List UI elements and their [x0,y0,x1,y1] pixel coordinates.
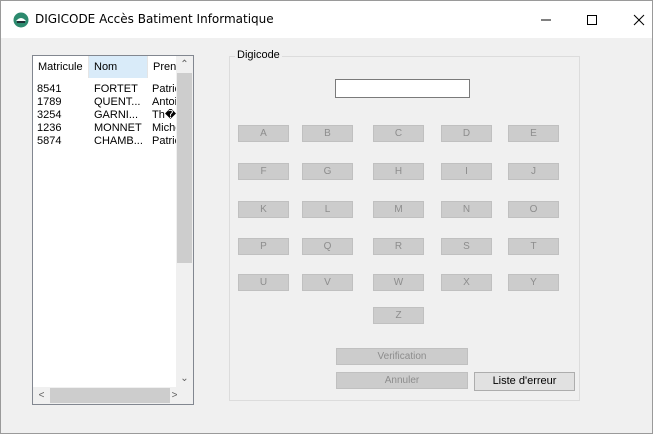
key-u-button[interactable]: U [238,274,289,291]
key-q-button[interactable]: Q [302,238,353,255]
key-v-button[interactable]: V [302,274,353,291]
key-f-button[interactable]: F [238,163,289,180]
column-header-nom[interactable]: Nom [89,56,148,78]
horizontal-scroll-thumb[interactable] [50,388,170,403]
cell-prenom: Patric [152,135,179,147]
cell-matricule: 1789 [37,96,62,108]
digicode-group-label: Digicode [235,49,282,61]
window-title: DIGICODE Accès Batiment Informatique [35,12,274,26]
horizontal-scrollbar[interactable]: < > [33,387,193,404]
key-w-button[interactable]: W [373,274,424,291]
list-row[interactable]: 8541 FORTET Patric [33,83,179,96]
key-g-button[interactable]: G [302,163,353,180]
key-s-button[interactable]: S [441,238,492,255]
key-m-button[interactable]: M [373,201,424,218]
vertical-scroll-thumb[interactable] [177,73,192,263]
close-icon [633,14,645,25]
key-a-button[interactable]: A [238,125,289,142]
scroll-left-icon[interactable]: < [33,387,50,404]
minimize-icon [541,19,551,20]
cell-nom: CHAMB... [94,135,143,147]
cell-prenom: Antoir [152,96,179,108]
key-b-button[interactable]: B [302,125,353,142]
annuler-button[interactable]: Annuler [336,372,468,389]
cell-nom: MONNET [94,122,142,134]
vertical-scrollbar[interactable]: ⌃ ⌄ [176,56,193,387]
key-j-button[interactable]: J [508,163,559,180]
verification-button[interactable]: Verification [336,348,468,365]
column-header-prenom[interactable]: Prenc [148,56,179,78]
key-p-button[interactable]: P [238,238,289,255]
error-list-button[interactable]: Liste d'erreur [474,372,575,391]
list-row[interactable]: 1236 MONNET Miche [33,122,179,135]
key-r-button[interactable]: R [373,238,424,255]
cell-matricule: 1236 [37,122,62,134]
key-d-button[interactable]: D [441,125,492,142]
list-row[interactable]: 1789 QUENT... Antoir [33,96,179,109]
cell-prenom: Th�o [152,109,179,121]
scroll-down-icon[interactable]: ⌄ [176,370,193,387]
cell-matricule: 8541 [37,83,62,95]
cell-prenom: Miche [152,122,179,134]
scroll-up-icon[interactable]: ⌃ [176,56,193,73]
key-z-button[interactable]: Z [373,307,424,324]
cell-nom: QUENT... [94,96,141,108]
cell-nom: FORTET [94,83,138,95]
key-o-button[interactable]: O [508,201,559,218]
key-n-button[interactable]: N [441,201,492,218]
close-button[interactable] [616,1,653,38]
key-e-button[interactable]: E [508,125,559,142]
title-bar: DIGICODE Accès Batiment Informatique [1,1,652,38]
key-i-button[interactable]: I [441,163,492,180]
maximize-button[interactable] [569,1,615,38]
cell-matricule: 5874 [37,135,62,147]
list-row[interactable]: 3254 GARNI... Th�o [33,109,179,122]
key-c-button[interactable]: C [373,125,424,142]
key-y-button[interactable]: Y [508,274,559,291]
cell-nom: GARNI... [94,109,139,121]
code-input[interactable] [335,79,470,98]
key-t-button[interactable]: T [508,238,559,255]
maximize-icon [587,14,597,25]
app-window: DIGICODE Accès Batiment Informatique Mat… [0,0,653,434]
key-l-button[interactable]: L [302,201,353,218]
minimize-button[interactable] [523,1,569,38]
app-icon [13,12,29,28]
list-header: Matricule Nom Prenc [33,56,179,78]
list-row[interactable]: 5874 CHAMB... Patric [33,135,179,148]
key-h-button[interactable]: H [373,163,424,180]
column-header-matricule[interactable]: Matricule [33,56,89,78]
scroll-right-icon[interactable]: > [166,387,183,404]
cell-prenom: Patric [152,83,179,95]
cell-matricule: 3254 [37,109,62,121]
key-x-button[interactable]: X [441,274,492,291]
key-k-button[interactable]: K [238,201,289,218]
employee-list[interactable]: Matricule Nom Prenc 8541 FORTET Patric 1… [32,55,194,405]
